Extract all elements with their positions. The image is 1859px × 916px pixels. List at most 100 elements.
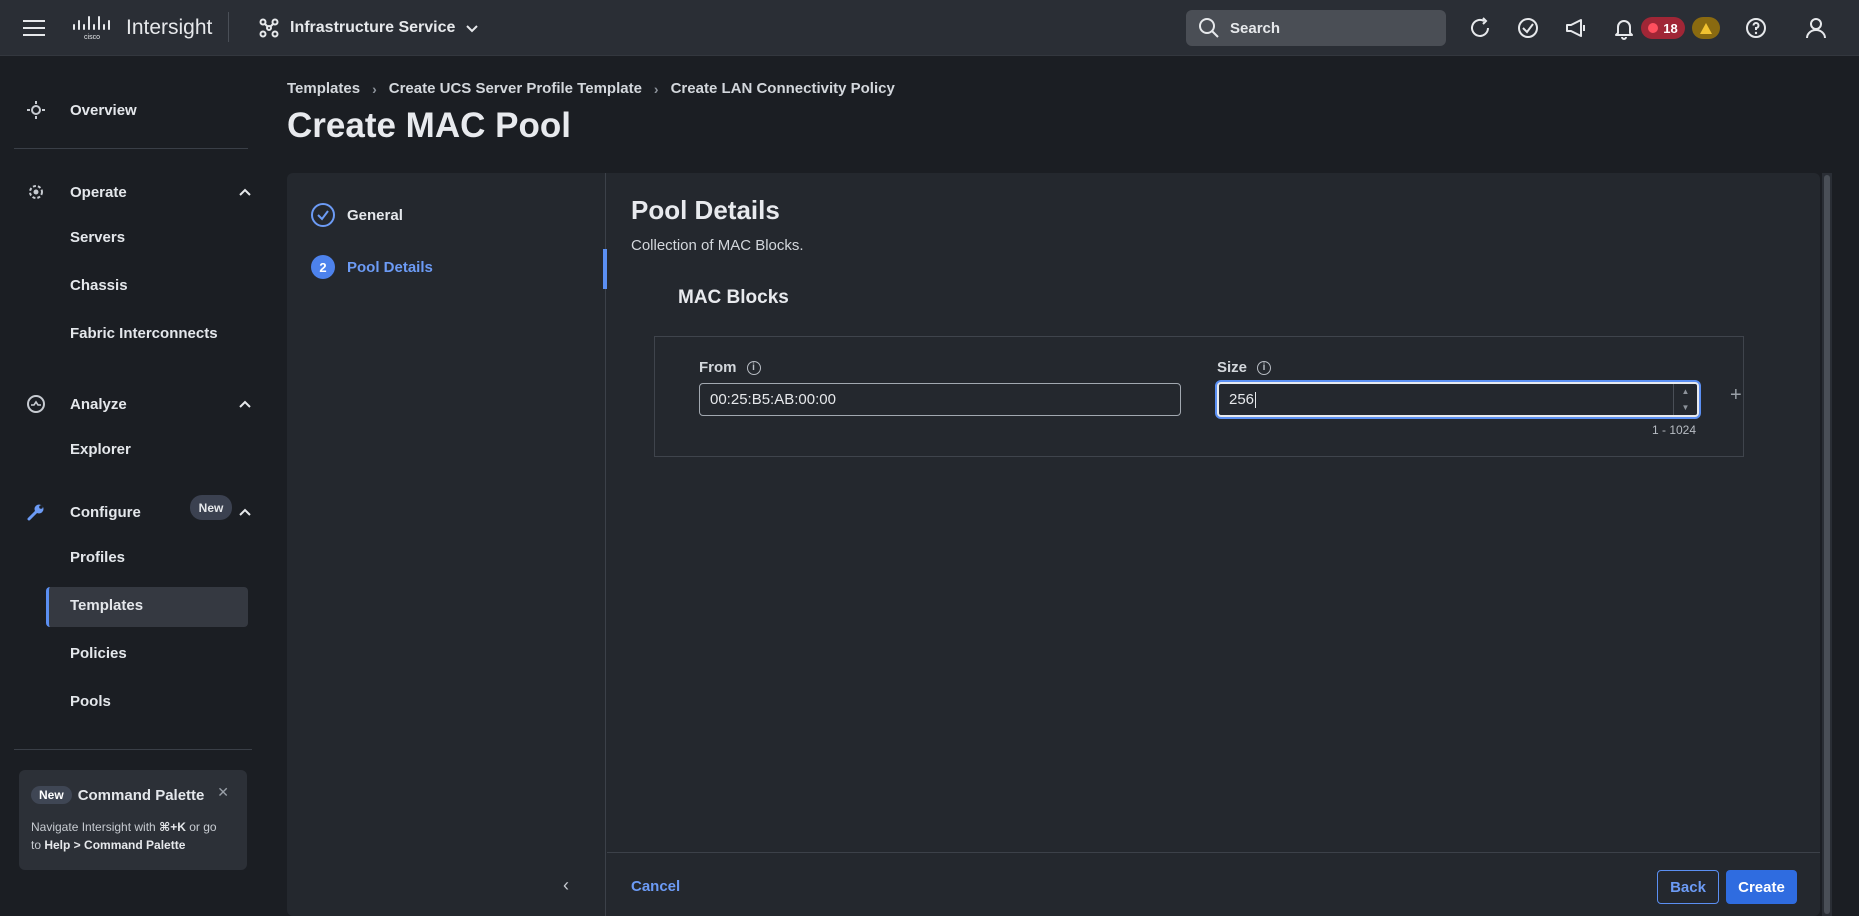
announcement-icon[interactable] [1562, 14, 1590, 42]
top-bar: cisco Intersight Infrastructure Service … [0, 0, 1859, 56]
analyze-icon [24, 392, 48, 416]
sidebar-item-label: Chassis [70, 277, 128, 294]
overview-icon [24, 98, 48, 122]
sidebar-group-label: Operate [70, 183, 127, 201]
chevron-up-icon [239, 188, 251, 196]
sidebar-divider [14, 148, 248, 149]
refresh-icon[interactable] [1466, 14, 1494, 42]
sidebar-item-label: Policies [70, 645, 127, 662]
sidebar-item-servers[interactable]: Servers [70, 229, 125, 246]
search-input[interactable]: Search [1186, 10, 1446, 46]
command-palette-header: New Command Palette [31, 786, 235, 804]
sidebar-item-templates[interactable]: Templates [70, 597, 143, 614]
pool-details-content: Pool Details Collection of MAC Blocks. M… [607, 173, 1803, 916]
increment-icon[interactable]: ▲ [1682, 387, 1690, 396]
info-icon[interactable]: i [746, 360, 761, 375]
sidebar-item-label: Templates [70, 597, 144, 614]
stepper-controls[interactable]: ▲ ▼ [1673, 384, 1697, 415]
chevron-right-icon: › [372, 80, 377, 97]
size-value: 256 [1229, 391, 1255, 408]
footer-divider [607, 852, 1820, 853]
sidebar-item-policies[interactable]: Policies [70, 645, 127, 662]
menu-icon[interactable] [22, 16, 46, 40]
svg-text:cisco: cisco [84, 34, 100, 41]
mac-block: From i 00:25:B5:AB:00:00 Size i 256 ▲ ▼ … [654, 336, 1744, 457]
command-palette-card: New Command Palette ✕ Navigate Intersigh… [19, 770, 247, 870]
chevron-down-icon [466, 25, 479, 33]
description-text: to [31, 838, 45, 852]
step-number: 2 [311, 255, 335, 279]
service-selector[interactable]: Infrastructure Service [258, 14, 479, 42]
sidebar-item-chassis[interactable]: Chassis [70, 277, 128, 294]
cisco-logo[interactable]: cisco Intersight [72, 14, 212, 42]
sidebar-group-analyze[interactable]: Analyze [24, 392, 252, 416]
step-pool-details[interactable]: 2 Pool Details [311, 255, 433, 279]
close-icon[interactable]: ✕ [217, 784, 229, 801]
tasks-check-icon[interactable] [1514, 14, 1542, 42]
sidebar-item-explorer[interactable]: Explorer [70, 441, 131, 458]
sidebar-item-pools[interactable]: Pools [70, 693, 111, 710]
size-stepper[interactable]: 256 ▲ ▼ [1217, 382, 1699, 417]
create-button[interactable]: Create [1726, 870, 1797, 904]
new-badge: New [31, 786, 72, 804]
sidebar-item-label: Pools [70, 693, 111, 710]
wizard-steps: General 2 Pool Details ‹ [287, 173, 607, 916]
from-field[interactable]: 00:25:B5:AB:00:00 [699, 383, 1181, 416]
user-icon[interactable] [1802, 14, 1830, 42]
cisco-mark-icon: cisco [73, 16, 110, 41]
service-label: Infrastructure Service [290, 19, 456, 36]
check-icon [311, 203, 335, 227]
sidebar-item-profiles[interactable]: Profiles [70, 549, 125, 566]
breadcrumb-templates[interactable]: Templates [287, 80, 360, 97]
page-title: Create MAC Pool [287, 106, 571, 145]
size-label: Size i [1217, 359, 1272, 376]
bell-icon[interactable] [1610, 14, 1638, 42]
command-palette-title: Command Palette [77, 786, 205, 804]
mac-blocks-title: MAC Blocks [678, 287, 789, 308]
cancel-button[interactable]: Cancel [631, 878, 680, 895]
info-icon[interactable]: i [1257, 360, 1272, 375]
sidebar-item-label: Explorer [70, 441, 131, 458]
breadcrumb-create-lan-policy[interactable]: Create LAN Connectivity Policy [671, 80, 895, 97]
size-range-hint: 1 - 1024 [1652, 423, 1697, 437]
breadcrumb-create-ucs-template[interactable]: Create UCS Server Profile Template [389, 80, 642, 97]
description-text: or go [185, 820, 217, 834]
warning-alarms-badge[interactable] [1692, 17, 1720, 39]
configure-wrench-icon [24, 500, 48, 524]
collapse-chevron-left-icon[interactable]: ‹ [563, 875, 569, 896]
help-icon[interactable] [1742, 14, 1770, 42]
scrollbar[interactable] [1822, 173, 1832, 916]
search-icon [1199, 18, 1219, 38]
from-label-text: From [699, 359, 737, 376]
sidebar-group-configure[interactable]: Configure [24, 500, 252, 524]
sidebar-item-label: Fabric Interconnects [70, 325, 218, 342]
warning-triangle-icon [1700, 22, 1712, 34]
sidebar-group-label: Analyze [70, 395, 127, 413]
sidebar-group-label: Configure [70, 503, 141, 521]
section-title: Pool Details [631, 195, 780, 225]
search-placeholder: Search [1230, 19, 1281, 37]
from-label: From i [699, 359, 761, 376]
app-name: Intersight [126, 16, 213, 39]
sidebar-item-label: Profiles [70, 549, 126, 566]
help-path-text: Help > Command Palette [44, 838, 186, 852]
command-palette-description: Navigate Intersight with ⌘+K or go to He… [31, 818, 235, 854]
scrollbar-thumb[interactable] [1824, 175, 1830, 914]
sidebar-item-overview[interactable]: Overview [24, 98, 137, 122]
breadcrumb: Templates › Create UCS Server Profile Te… [287, 80, 895, 97]
size-label-text: Size [1217, 359, 1248, 376]
chevron-right-icon: › [653, 80, 659, 97]
topbar-divider [228, 12, 229, 42]
section-subtitle: Collection of MAC Blocks. [631, 237, 804, 254]
decrement-icon[interactable]: ▼ [1682, 403, 1690, 412]
back-button[interactable]: Back [1657, 870, 1719, 904]
operate-gear-icon [24, 180, 48, 204]
step-general[interactable]: General [311, 203, 403, 227]
chevron-up-icon [239, 400, 251, 408]
critical-count: 18 [1663, 20, 1678, 36]
critical-alarms-badge[interactable]: 18 [1641, 17, 1685, 39]
step-label: Pool Details [347, 258, 433, 276]
sidebar-item-fabric-interconnects[interactable]: Fabric Interconnects [70, 325, 218, 342]
sidebar-group-operate[interactable]: Operate [24, 180, 252, 204]
add-block-plus-icon[interactable]: + [1730, 384, 1742, 407]
